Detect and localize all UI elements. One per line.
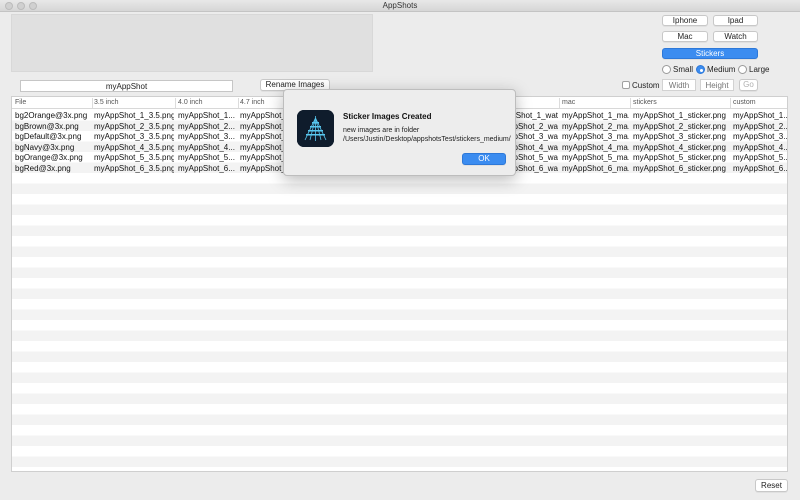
column-divider[interactable] xyxy=(92,98,93,108)
mac-button[interactable]: Mac xyxy=(662,31,708,42)
column-header-file[interactable]: File xyxy=(15,99,26,106)
cell-stickers: myAppShot_6_sticker.png xyxy=(633,163,726,173)
size-large-label: Large xyxy=(749,65,770,74)
cell-mac: myAppShot_4_ma... xyxy=(562,142,629,152)
window-title: AppShots xyxy=(382,1,418,10)
cell-file: bg2Orange@3x.png xyxy=(15,111,88,120)
custom-width-input[interactable] xyxy=(662,79,696,91)
cell-4-7-inch: myAppShot_5 xyxy=(240,153,284,162)
cell-stickers: myAppShot_1_sticker.png xyxy=(633,111,726,120)
image-preview-area xyxy=(11,14,373,72)
cell-custom: myAppShot_5... xyxy=(733,153,787,162)
column-header-4-0-inch[interactable]: 4.0 inch xyxy=(178,99,203,106)
cell-4-7-inch: myAppShot_6 xyxy=(240,163,284,173)
cell-custom: myAppShot_3... xyxy=(733,132,787,141)
cell-mac: myAppShot_3_ma... xyxy=(562,132,629,141)
cell-4-0-inch: myAppShot_4... xyxy=(178,142,235,152)
custom-height-input[interactable] xyxy=(700,79,734,91)
cell-watch: myAppShot_1_wat... xyxy=(512,111,558,120)
ok-button[interactable]: OK xyxy=(462,153,506,165)
cell-3-5-inch: myAppShot_1_3.5.png xyxy=(94,111,174,120)
size-large-radio[interactable] xyxy=(738,65,747,74)
cell-4-0-inch: myAppShot_2... xyxy=(178,121,235,131)
cell-4-7-inch: myAppShot_3 xyxy=(240,132,284,141)
cell-mac: myAppShot_1_ma... xyxy=(562,111,629,120)
dialog-message: new images are in folder /Users/Justin/D… xyxy=(343,127,511,143)
cell-mac: myAppShot_5_ma... xyxy=(562,153,629,162)
custom-size-label: Custom xyxy=(632,81,660,90)
cell-mac: myAppShot_2_ma... xyxy=(562,121,629,131)
iphone-button[interactable]: Iphone xyxy=(662,15,708,26)
size-medium-radio[interactable] xyxy=(696,65,705,74)
reset-button[interactable]: Reset xyxy=(755,479,788,492)
column-divider[interactable] xyxy=(730,98,731,108)
custom-size-checkbox[interactable] xyxy=(622,81,630,89)
cell-stickers: myAppShot_2_sticker.png xyxy=(633,121,726,131)
column-header-3-5-inch[interactable]: 3.5 inch xyxy=(94,99,119,106)
column-divider[interactable] xyxy=(630,98,631,108)
column-divider[interactable] xyxy=(175,98,176,108)
cell-custom: myAppShot_1... xyxy=(733,111,787,120)
cell-stickers: myAppShot_4_sticker.png xyxy=(633,142,726,152)
cell-3-5-inch: myAppShot_6_3.5.png xyxy=(94,163,174,173)
cell-custom: myAppShot_6... xyxy=(733,163,787,173)
title-bar: AppShots xyxy=(0,0,800,12)
sticker-created-dialog: Sticker Images Created new images are in… xyxy=(283,89,516,176)
ipad-button[interactable]: Ipad xyxy=(713,15,758,26)
cell-4-0-inch: myAppShot_1... xyxy=(178,111,235,120)
column-divider[interactable] xyxy=(238,98,239,108)
column-header-stickers[interactable]: stickers xyxy=(633,99,657,106)
cell-stickers: myAppShot_3_sticker.png xyxy=(633,132,726,141)
stickers-button[interactable]: Stickers xyxy=(662,48,758,59)
cell-4-0-inch: myAppShot_6... xyxy=(178,163,235,173)
appshots-app-icon-graphic xyxy=(297,110,334,147)
column-divider[interactable] xyxy=(559,98,560,108)
cell-3-5-inch: myAppShot_3_3.5.png xyxy=(94,132,174,141)
column-header-custom[interactable]: custom xyxy=(733,99,756,106)
cell-4-7-inch: myAppShot_1 xyxy=(240,111,284,120)
cell-3-5-inch: myAppShot_5_3.5.png xyxy=(94,153,174,162)
cell-stickers: myAppShot_5_sticker.png xyxy=(633,153,726,162)
size-small-radio[interactable] xyxy=(662,65,671,74)
cell-mac: myAppShot_6_ma... xyxy=(562,163,629,173)
custom-go-button[interactable]: Go xyxy=(739,79,758,91)
cell-4-7-inch: myAppShot_4 xyxy=(240,142,284,152)
size-medium-label: Medium xyxy=(707,65,736,74)
cell-4-0-inch: myAppShot_5... xyxy=(178,153,235,162)
cell-file: bgRed@3x.png xyxy=(15,163,71,173)
cell-watch: myAppShot_3_wa... xyxy=(512,132,558,141)
watch-button[interactable]: Watch xyxy=(713,31,758,42)
cell-watch: myAppShot_5_wa... xyxy=(512,153,558,162)
cell-file: bgBrown@3x.png xyxy=(15,121,79,131)
cell-3-5-inch: myAppShot_2_3.5.png xyxy=(94,121,174,131)
cell-file: bgOrange@3x.png xyxy=(15,153,83,162)
cell-file: bgDefault@3x.png xyxy=(15,132,82,141)
cell-3-5-inch: myAppShot_4_3.5.png xyxy=(94,142,174,152)
appshots-app-icon xyxy=(297,110,334,147)
column-header-4-7-inch[interactable]: 4.7 inch xyxy=(240,99,265,106)
size-small-label: Small xyxy=(673,65,694,74)
cell-custom: myAppShot_2... xyxy=(733,121,787,131)
cell-watch: myAppShot_6_wa... xyxy=(512,163,558,173)
cell-file: bgNavy@3x.png xyxy=(15,142,75,152)
column-header-mac[interactable]: mac xyxy=(562,99,575,106)
base-name-input[interactable] xyxy=(20,80,233,92)
cell-4-0-inch: myAppShot_3... xyxy=(178,132,235,141)
cell-watch: myAppShot_2_wa... xyxy=(512,121,558,131)
cell-4-7-inch: myAppShot_2 xyxy=(240,121,284,131)
dialog-title: Sticker Images Created xyxy=(343,112,432,121)
cell-watch: myAppShot_4_wa... xyxy=(512,142,558,152)
cell-custom: myAppShot_4... xyxy=(733,142,787,152)
